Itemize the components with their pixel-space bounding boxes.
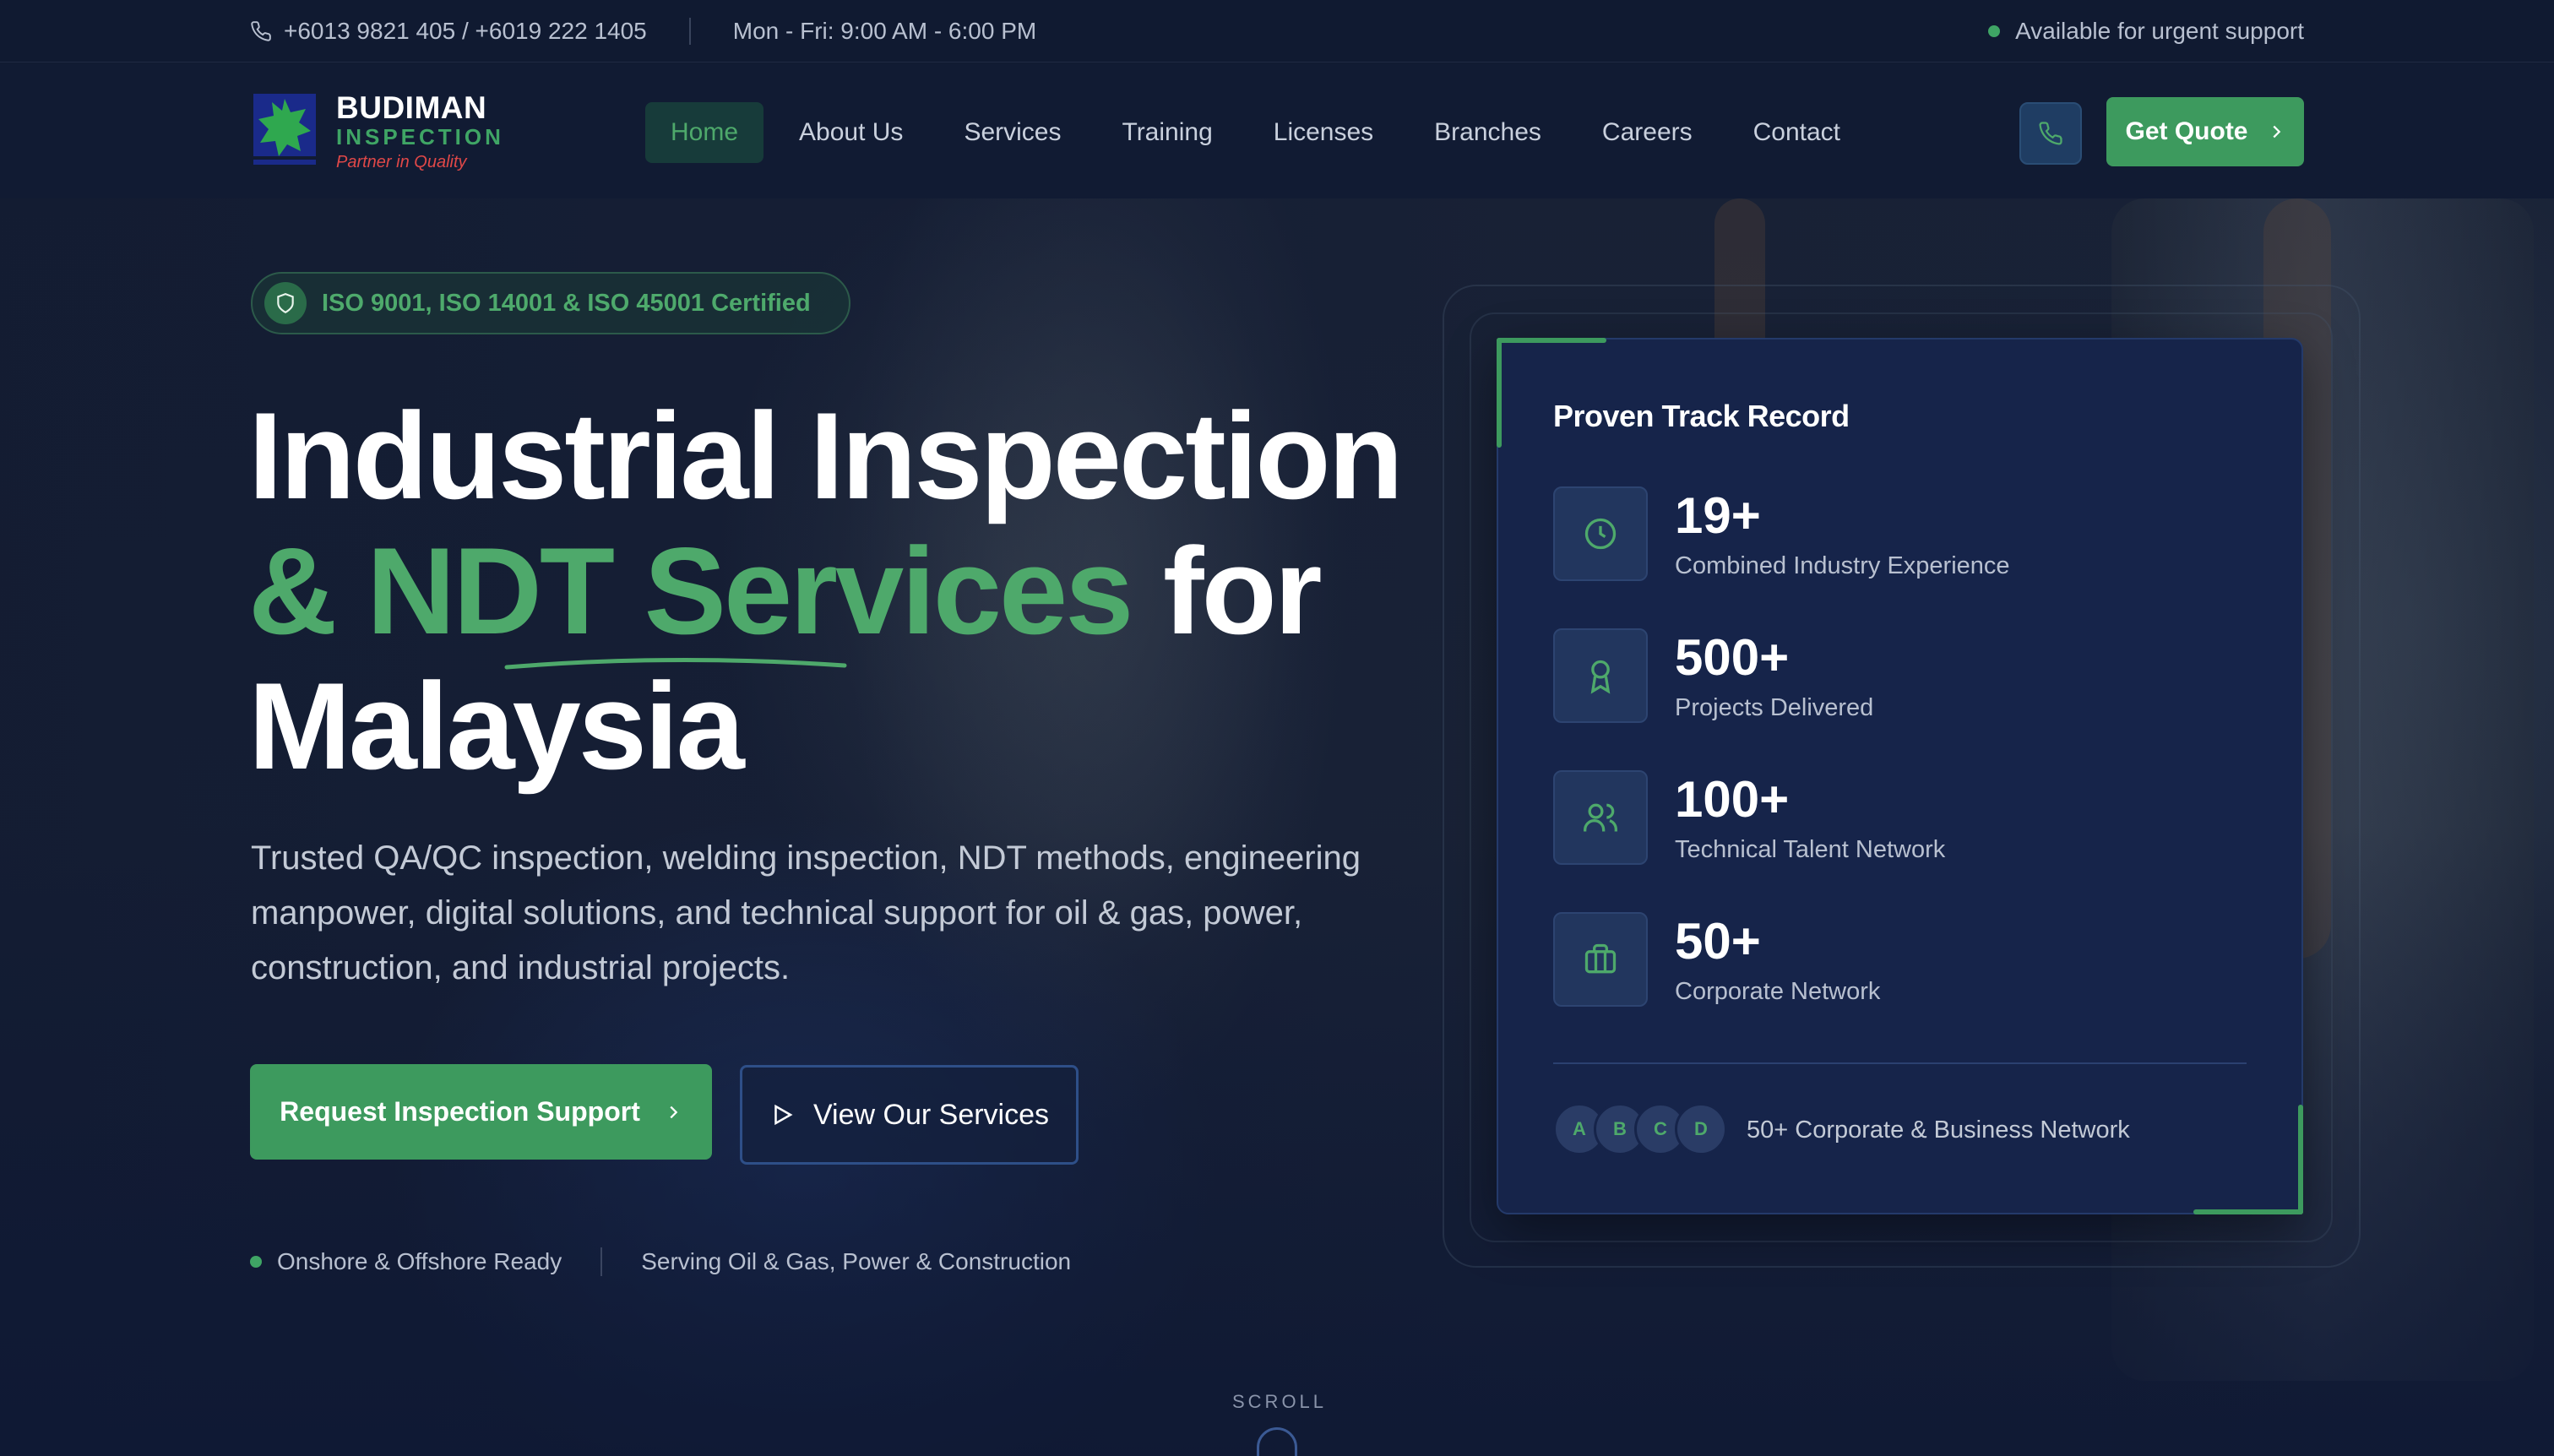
stat-value: 100+ — [1675, 771, 1790, 828]
briefcase-icon — [1553, 912, 1648, 1007]
iso-certification-badge: ISO 9001, ISO 14001 & ISO 45001 Certifie… — [251, 272, 850, 334]
nav-about-us[interactable]: About Us — [774, 102, 928, 163]
play-icon — [774, 1104, 793, 1126]
network-avatars: A B C D — [1553, 1103, 1727, 1155]
stat-value: 19+ — [1675, 487, 1761, 544]
nav-services[interactable]: Services — [938, 102, 1086, 163]
divider — [600, 1247, 603, 1276]
request-inspection-label: Request Inspection Support — [280, 1096, 640, 1127]
chevron-right-icon — [670, 1106, 678, 1118]
stat-experience: 19+ Combined Industry Experience — [1553, 486, 2010, 584]
network-text: 50+ Corporate & Business Network — [1747, 1116, 2130, 1144]
card-title: Proven Track Record — [1553, 399, 1850, 433]
headline-line-1: Industrial Inspection — [248, 387, 1404, 524]
top-phone[interactable]: +6013 9821 405 / +6019 222 1405 — [250, 18, 647, 45]
headline-line-3: Malaysia — [248, 657, 745, 795]
brand-name: BUDIMAN — [336, 90, 487, 125]
stat-value: 500+ — [1675, 629, 1790, 686]
nav-contact[interactable]: Contact — [1728, 102, 1866, 163]
clock-icon — [1553, 486, 1648, 581]
stat-label: Corporate Network — [1675, 978, 1881, 1005]
shield-icon — [264, 282, 307, 324]
headline-highlight: & NDT Services — [248, 522, 1133, 660]
status-dot — [1988, 25, 2001, 37]
phone-icon — [2039, 122, 2062, 145]
availability-status: Available for urgent support — [1988, 18, 2304, 45]
stat-talent: 100+ Technical Talent Network — [1553, 770, 1945, 867]
get-quote-label: Get Quote — [2125, 117, 2248, 145]
logo-emblem-icon — [252, 92, 318, 166]
main-navbar: BUDIMAN INSPECTION Partner in Quality Ho… — [0, 63, 2554, 198]
office-hours: Mon - Fri: 9:00 AM - 6:00 PM — [732, 18, 1037, 44]
primary-nav: Home About Us Services Training Licenses… — [645, 102, 1876, 163]
headline-underline — [504, 657, 847, 670]
stat-projects: 500+ Projects Delivered — [1553, 628, 1873, 725]
stat-corporate: 50+ Corporate Network — [1553, 912, 1880, 1009]
hero-headline: Industrial Inspection & NDT Services for… — [248, 387, 1404, 795]
phone-icon — [251, 21, 271, 41]
iso-badge-text: ISO 9001, ISO 14001 & ISO 45001 Certifie… — [322, 289, 811, 317]
brand-tagline: Partner in Quality — [336, 153, 467, 171]
view-services-button[interactable]: View Our Services — [740, 1065, 1079, 1165]
top-info-bar: +6013 9821 405 / +6019 222 1405 Mon - Fr… — [0, 0, 2554, 62]
nav-branches[interactable]: Branches — [1409, 102, 1567, 163]
avatar: D — [1675, 1103, 1727, 1155]
brand-sub: INSPECTION — [336, 124, 504, 149]
feature-dot — [250, 1256, 262, 1268]
hero-description: Trusted QA/QC inspection, welding inspec… — [251, 839, 1361, 986]
headline-for: for — [1162, 522, 1323, 660]
nav-home[interactable]: Home — [645, 102, 764, 163]
award-icon — [1553, 628, 1648, 723]
request-inspection-button[interactable]: Request Inspection Support — [250, 1064, 712, 1160]
call-button[interactable] — [2019, 102, 2082, 165]
view-services-label: View Our Services — [812, 1098, 1050, 1131]
stat-value: 50+ — [1675, 913, 1761, 970]
availability-text: Available for urgent support — [2015, 18, 2304, 44]
nav-licenses[interactable]: Licenses — [1248, 102, 1399, 163]
stat-label: Combined Industry Experience — [1675, 552, 2010, 579]
chevron-right-icon — [2272, 125, 2280, 139]
stat-label: Technical Talent Network — [1675, 836, 1946, 863]
users-icon — [1553, 770, 1648, 865]
get-quote-button[interactable]: Get Quote — [2106, 97, 2304, 166]
nav-training[interactable]: Training — [1096, 102, 1237, 163]
stat-label: Projects Delivered — [1675, 694, 1874, 721]
divider — [1553, 1062, 2247, 1064]
brand-logo[interactable]: BUDIMAN INSPECTION Partner in Quality — [252, 92, 504, 175]
feature-sectors: Serving Oil & Gas, Power & Construction — [641, 1248, 1072, 1274]
top-phone-text: +6013 9821 405 / +6019 222 1405 — [284, 18, 647, 44]
feature-onshore-offshore: Onshore & Offshore Ready — [277, 1248, 562, 1274]
hero-features: Onshore & Offshore Ready Serving Oil & G… — [250, 1247, 1071, 1276]
scroll-hint: SCROLL — [1232, 1391, 1328, 1412]
nav-careers[interactable]: Careers — [1577, 102, 1718, 163]
divider — [688, 18, 691, 45]
track-record-card: Proven Track Record 19+ Combined Industr… — [1497, 338, 2303, 1214]
